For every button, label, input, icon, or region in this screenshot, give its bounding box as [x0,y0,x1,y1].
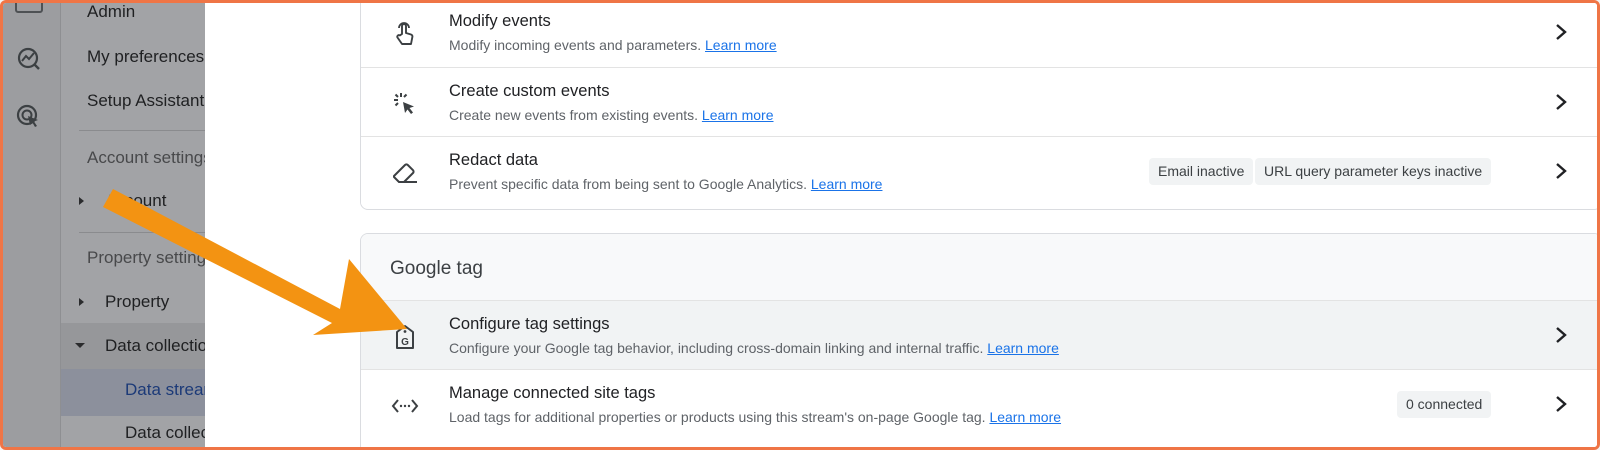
row-title: Manage connected site tags [449,384,656,402]
property-settings-heading: Property settings [87,248,215,267]
status-badge-email: Email inactive [1149,158,1254,185]
row-redact-data[interactable]: Redact data Prevent specific data from b… [361,136,1597,205]
events-card: Modify events Modify incoming events and… [360,3,1597,210]
expand-property-icon[interactable] [79,298,84,306]
row-modify-events[interactable]: Modify events Modify incoming events and… [361,3,1597,66]
row-description: Modify incoming events and parameters. L… [449,37,777,53]
status-badge-connected: 0 connected [1397,391,1492,418]
left-rail [3,3,60,447]
learn-more-link[interactable]: Learn more [811,176,883,192]
sidebar-item-admin[interactable]: Admin [87,3,135,22]
row-configure-tag-settings[interactable]: G Configure tag settings Configure your … [361,300,1597,369]
rail-top-icon[interactable] [15,3,43,13]
row-title: Modify events [449,12,551,30]
svg-text:G: G [401,337,409,348]
google-tag-section-header: Google tag [361,234,1597,304]
sidebar-item-my-preferences[interactable]: My preferences [87,47,204,67]
section-title: Google tag [390,258,483,279]
eraser-icon [389,157,421,189]
detail-panel: Modify events Modify incoming events and… [205,3,1597,447]
screenshot-frame: Admin My preferences Setup Assistant Acc… [0,0,1600,450]
google-tag-card: Google tag G Configure tag settings Conf… [360,233,1597,447]
sparkle-cursor-icon [389,88,421,120]
touch-icon [389,18,421,50]
chevron-right-icon[interactable] [1549,90,1573,114]
learn-more-link[interactable]: Learn more [989,409,1061,425]
row-description: Load tags for additional properties or p… [449,409,1062,425]
insights-icon[interactable] [11,41,47,77]
sidebar-item-data-collection[interactable]: Data collection [105,336,217,356]
learn-more-link[interactable]: Learn more [705,37,777,53]
chevron-right-icon[interactable] [1549,392,1573,416]
chevron-right-icon[interactable] [1549,159,1573,183]
google-tag-icon: G [389,321,421,353]
row-description: Create new events from existing events. … [449,107,774,123]
row-title: Create custom events [449,82,610,100]
status-badge-url-query: URL query parameter keys inactive [1255,158,1492,185]
learn-more-link[interactable]: Learn more [987,340,1059,356]
sidebar-item-setup-assistant[interactable]: Setup Assistant [87,91,204,111]
row-title: Redact data [449,151,538,169]
sidebar-item-property[interactable]: Property [105,292,169,312]
chevron-right-icon[interactable] [1549,20,1573,44]
sidebar-divider [79,130,206,131]
account-settings-heading: Account settings [87,148,212,167]
admin-sidebar: Admin My preferences Setup Assistant Acc… [60,3,237,447]
row-manage-connected-site-tags[interactable]: Manage connected site tags Load tags for… [361,369,1597,438]
ads-cursor-icon[interactable] [11,99,47,135]
row-description: Configure your Google tag behavior, incl… [449,340,1059,356]
chevron-right-icon[interactable] [1549,323,1573,347]
expand-account-icon[interactable] [79,197,84,205]
collapse-data-collection-icon[interactable] [75,343,85,348]
sidebar-item-account[interactable]: Account [105,191,166,211]
sidebar-divider [79,232,206,233]
row-create-custom-events[interactable]: Create custom events Create new events f… [361,67,1597,136]
row-title: Configure tag settings [449,315,610,333]
row-description: Prevent specific data from being sent to… [449,176,883,192]
learn-more-link[interactable]: Learn more [702,107,774,123]
code-arrows-icon [389,390,421,422]
